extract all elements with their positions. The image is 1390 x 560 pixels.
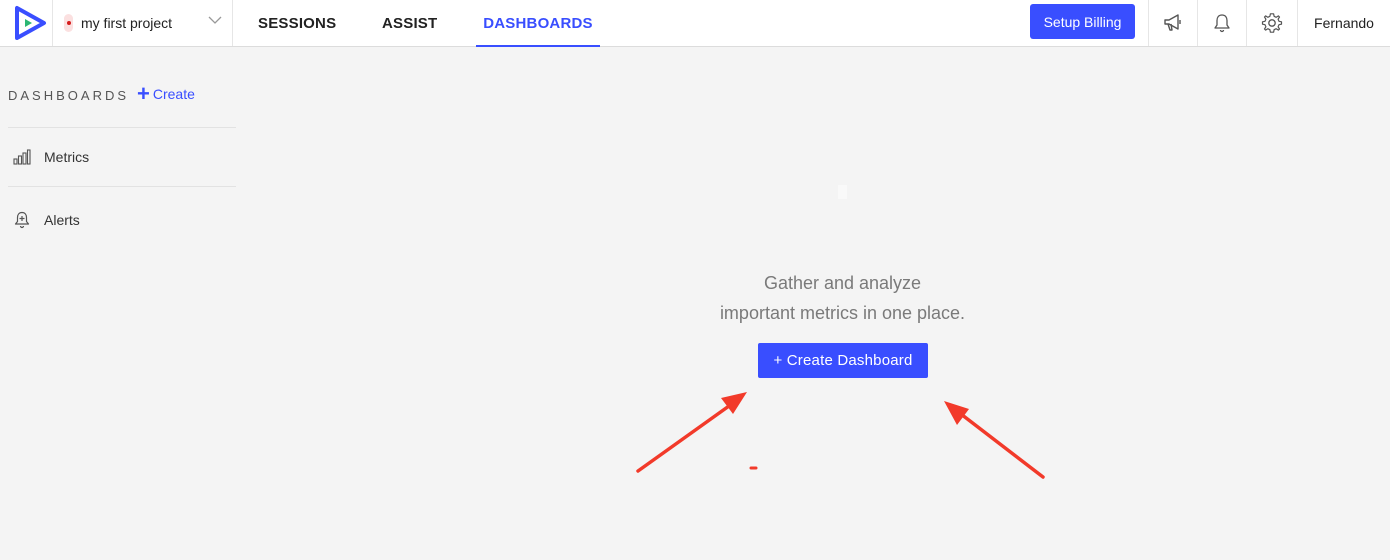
create-link-label: Create [152,86,195,102]
sidebar-item-label: Metrics [44,149,90,165]
setup-billing-button[interactable]: Setup Billing [1030,4,1135,39]
annotation-arrow-right [944,401,1045,479]
divider [8,186,236,187]
tab-assist[interactable]: ASSIST [382,0,437,46]
plus-icon: + [137,81,150,106]
bell-plus-icon [14,211,30,229]
logo-icon [15,6,46,40]
divider [8,127,236,128]
sidebar-item-metrics[interactable]: Metrics [13,145,89,169]
user-menu[interactable]: Fernando [1297,0,1390,46]
empty-state-illustration [838,185,847,199]
settings-button[interactable] [1246,0,1297,46]
empty-state-message: Gather and analyze important metrics in … [640,268,1045,328]
project-selector[interactable]: my first project [52,0,233,46]
tab-sessions[interactable]: SESSIONS [258,0,336,46]
empty-state-line-2: important metrics in one place. [719,303,966,323]
sidebar-item-label: Alerts [44,212,80,228]
notifications-button[interactable] [1197,0,1246,46]
create-dashboard-link[interactable]: + Create [137,81,195,106]
project-name: my first project [81,15,173,31]
create-dashboard-button[interactable]: + Create Dashboard [758,343,928,378]
megaphone-icon [1164,14,1181,31]
bell-icon [1214,14,1230,33]
chevron-down-icon [208,16,222,24]
top-navbar: my first project SESSIONS ASSIST DASHBOA… [0,0,1390,47]
sidebar-item-alerts[interactable]: Alerts [13,208,80,232]
sidebar: DASHBOARDS + Create Metrics Alerts [0,47,240,560]
empty-state-line-1: Gather and analyze [763,273,922,293]
project-status-icon [64,14,73,32]
sidebar-title: DASHBOARDS [8,88,130,103]
gear-icon [1261,13,1283,33]
annotation-arrow-left [636,392,747,473]
announcements-button[interactable] [1148,0,1197,46]
app-logo[interactable] [10,4,50,42]
bar-chart-icon [13,149,31,165]
tab-dashboards[interactable]: DASHBOARDS [476,0,600,47]
